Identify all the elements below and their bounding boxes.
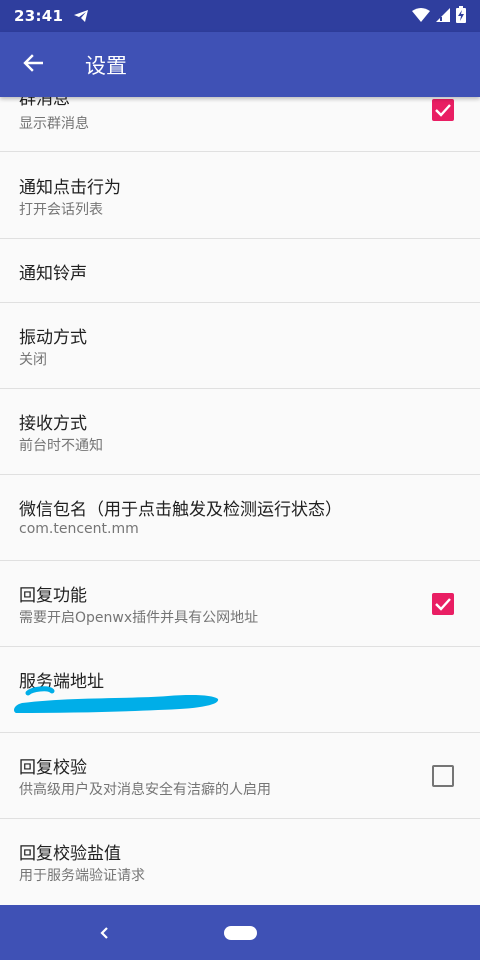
navigation-bar xyxy=(0,905,480,960)
checkmark-icon xyxy=(435,598,451,611)
cellular-signal-icon xyxy=(436,7,450,26)
reply-verification-checkbox[interactable] xyxy=(432,765,454,787)
preference-list[interactable]: 群消息 显示群消息 通知点击行为 打开会话列表 通知铃声 振动方式 关闭 接收方… xyxy=(0,97,480,905)
app-bar: 设置 xyxy=(0,32,480,97)
pref-wechat-package-name[interactable]: 微信包名（用于点击触发及检测运行状态） com.tencent.mm xyxy=(0,475,480,561)
pref-summary: 前台时不通知 xyxy=(19,438,103,454)
pref-server-address[interactable]: 服务端地址 xyxy=(0,647,480,733)
pref-group-messages[interactable]: 群消息 显示群消息 xyxy=(0,97,480,152)
pref-title: 接收方式 xyxy=(19,414,87,434)
telegram-send-icon xyxy=(73,9,89,23)
pref-summary: 用于服务端验证请求 xyxy=(19,868,145,884)
pref-summary: 需要开启Openwx插件并具有公网地址 xyxy=(19,610,259,626)
pref-title: 微信包名（用于点击触发及检测运行状态） xyxy=(19,500,342,520)
pref-receive-mode[interactable]: 接收方式 前台时不通知 xyxy=(0,389,480,475)
pref-title: 振动方式 xyxy=(19,328,87,348)
pref-vibration-mode[interactable]: 振动方式 关闭 xyxy=(0,303,480,389)
pref-summary: 打开会话列表 xyxy=(19,202,103,218)
pref-reply-verification[interactable]: 回复校验 供高级用户及对消息安全有洁癖的人启用 xyxy=(0,733,480,819)
pref-title: 通知点击行为 xyxy=(19,178,121,198)
pref-notification-ringtone[interactable]: 通知铃声 xyxy=(0,239,480,303)
reply-feature-checkbox[interactable] xyxy=(432,593,454,615)
pref-reply-feature[interactable]: 回复功能 需要开启Openwx插件并具有公网地址 xyxy=(0,561,480,647)
pref-title: 回复校验盐值 xyxy=(19,844,121,864)
home-pill-icon[interactable] xyxy=(224,926,257,940)
pref-summary: 显示群消息 xyxy=(19,116,89,132)
pref-title: 通知铃声 xyxy=(19,264,87,284)
pref-reply-verification-salt[interactable]: 回复校验盐值 用于服务端验证请求 xyxy=(0,819,480,905)
nav-back-chevron-icon[interactable] xyxy=(92,921,116,945)
wifi-icon xyxy=(412,7,430,26)
battery-charging-icon xyxy=(456,5,466,27)
status-time: 23:41 xyxy=(14,7,64,25)
arrow-left-icon xyxy=(23,53,44,77)
pref-summary: com.tencent.mm xyxy=(19,521,139,537)
pref-summary: 供高级用户及对消息安全有洁癖的人启用 xyxy=(19,782,271,798)
pref-title: 群消息 xyxy=(19,97,70,109)
group-messages-checkbox[interactable] xyxy=(432,99,454,121)
page-title: 设置 xyxy=(85,53,127,78)
pref-title: 回复校验 xyxy=(19,758,87,778)
redaction-scribble xyxy=(14,686,219,713)
pref-notification-click-action[interactable]: 通知点击行为 打开会话列表 xyxy=(0,152,480,239)
pref-summary: 关闭 xyxy=(19,352,47,368)
back-button[interactable] xyxy=(0,32,66,97)
status-bar: 23:41 xyxy=(0,0,480,32)
pref-title: 回复功能 xyxy=(19,586,87,606)
checkmark-icon xyxy=(435,104,451,117)
